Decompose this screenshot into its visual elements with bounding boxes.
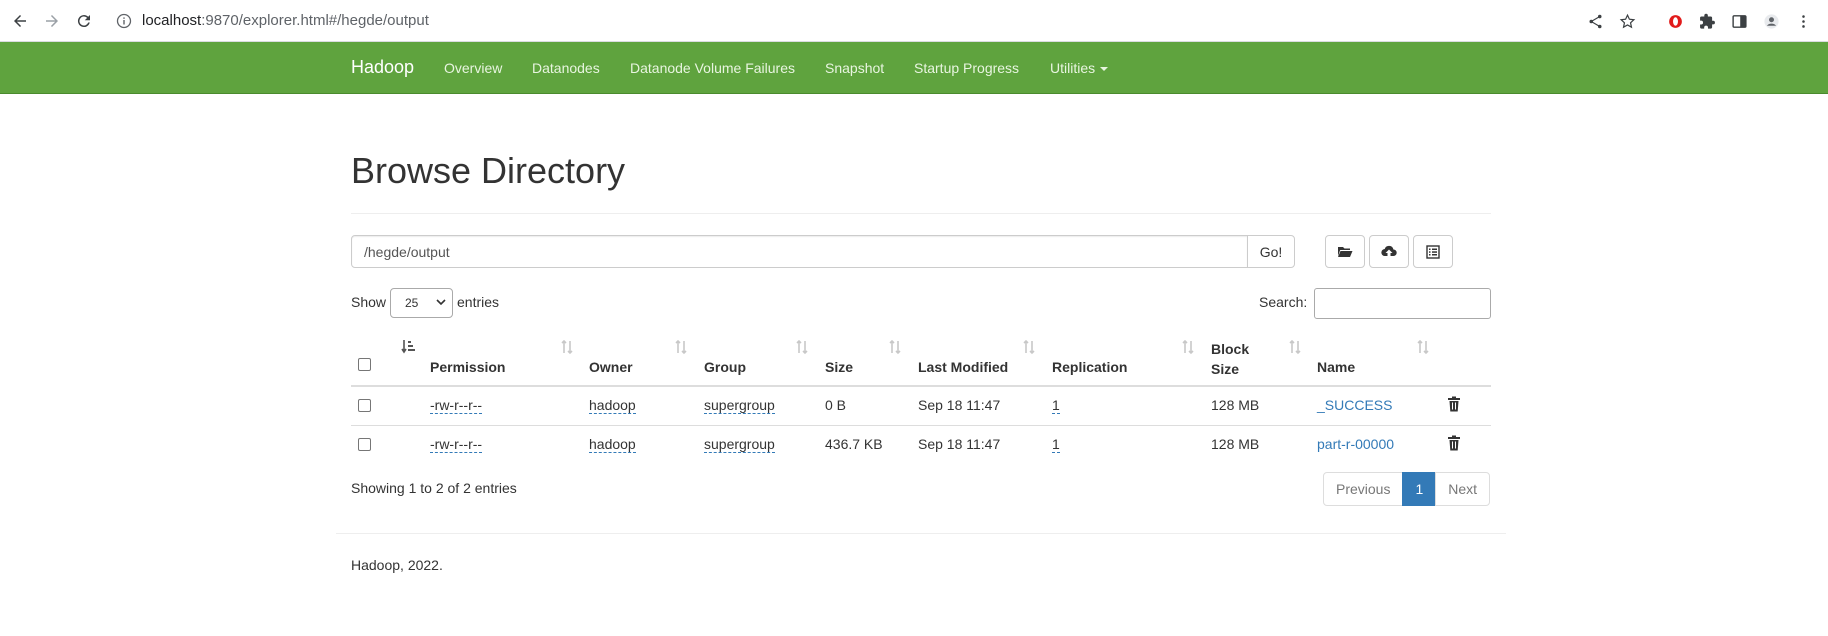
page-title: Browse Directory (351, 150, 626, 191)
extension-opera-icon[interactable] (1664, 5, 1686, 37)
nav-datanodes[interactable]: Datanodes (532, 60, 600, 76)
pagination-page-1[interactable]: 1 (1402, 472, 1437, 506)
forward-arrow-icon[interactable] (36, 5, 68, 37)
url-text: localhost:9870/explorer.html#/hegde/outp… (142, 12, 429, 29)
nav-utilities-label: Utilities (1050, 60, 1096, 76)
file-name-link[interactable]: _SUCCESS (1317, 397, 1392, 413)
directory-path-input[interactable]: /hegde/output (351, 235, 1248, 268)
file-permission[interactable]: -rw-r--r-- (430, 397, 483, 414)
upload-files-button[interactable] (1369, 235, 1409, 268)
sort-both-icon[interactable] (560, 339, 574, 355)
sort-both-icon[interactable] (1416, 339, 1430, 355)
sort-both-icon[interactable] (1022, 339, 1036, 355)
nav-overview[interactable]: Overview (444, 60, 502, 76)
navbar-brand[interactable]: Hadoop (351, 57, 414, 78)
table-info-text: Showing 1 to 2 of 2 entries (351, 480, 517, 496)
file-block-size: 128 MB (1211, 436, 1260, 452)
file-last-modified: Sep 18 11:47 (918, 397, 1001, 413)
reload-icon[interactable] (68, 5, 100, 37)
column-header-block-size[interactable]: Block Size (1211, 339, 1249, 379)
bookmark-star-icon[interactable] (1616, 5, 1638, 37)
footer-divider (336, 533, 1506, 534)
folder-open-icon (1337, 244, 1353, 260)
table-header-divider (351, 385, 1491, 387)
back-arrow-icon[interactable] (4, 5, 36, 37)
url-path: :9870/explorer.html#/hegde/output (201, 12, 429, 29)
trash-icon[interactable] (1447, 396, 1461, 412)
file-permission[interactable]: -rw-r--r-- (430, 436, 483, 453)
column-header-replication[interactable]: Replication (1052, 359, 1127, 375)
file-replication[interactable]: 1 (1052, 397, 1060, 414)
file-block-size: 128 MB (1211, 397, 1260, 413)
column-header-group[interactable]: Group (704, 359, 746, 375)
cut-paste-button[interactable] (1413, 235, 1453, 268)
entries-per-page-value: 25 (405, 296, 419, 310)
profile-avatar-icon[interactable] (1760, 5, 1782, 37)
file-owner[interactable]: hadoop (589, 436, 636, 453)
sort-both-icon[interactable] (795, 339, 809, 355)
nav-snapshot[interactable]: Snapshot (825, 60, 884, 76)
side-panel-icon[interactable] (1728, 5, 1750, 37)
column-header-block-size-line2: Size (1211, 361, 1240, 377)
share-icon[interactable] (1584, 5, 1606, 37)
caret-down-icon (1100, 67, 1109, 72)
nav-utilities-dropdown[interactable]: Utilities (1050, 60, 1109, 76)
header-divider (351, 213, 1491, 214)
row-select-checkbox[interactable] (358, 438, 371, 451)
sort-ascending-icon[interactable] (401, 339, 415, 355)
column-header-block-size-line1: Block (1211, 341, 1250, 357)
extensions-puzzle-icon[interactable] (1696, 5, 1718, 37)
table-search-input[interactable] (1314, 288, 1491, 319)
entries-label: entries (457, 294, 500, 310)
pagination-next[interactable]: Next (1435, 472, 1491, 506)
file-owner[interactable]: hadoop (589, 397, 636, 414)
nav-startup-progress[interactable]: Startup Progress (914, 60, 1019, 76)
file-size: 0 B (825, 397, 847, 413)
row-select-checkbox[interactable] (358, 399, 371, 412)
browser-menu-icon[interactable] (1792, 5, 1814, 37)
pagination-previous[interactable]: Previous (1323, 472, 1404, 506)
pagination: Previous 1 Next (1323, 472, 1491, 506)
sort-both-icon[interactable] (1288, 339, 1302, 355)
column-header-name[interactable]: Name (1317, 359, 1355, 375)
column-header-permission[interactable]: Permission (430, 359, 505, 375)
select-all-checkbox[interactable] (358, 358, 371, 371)
footer-text: Hadoop, 2022. (351, 557, 443, 573)
file-size: 436.7 KB (825, 436, 883, 452)
nav-datanode-volume-failures[interactable]: Datanode Volume Failures (630, 60, 795, 76)
list-alt-icon (1425, 244, 1441, 260)
sort-both-icon[interactable] (674, 339, 688, 355)
browser-toolbar: localhost:9870/explorer.html#/hegde/outp… (0, 0, 1828, 42)
file-last-modified: Sep 18 11:47 (918, 436, 1001, 452)
chevron-down-icon (436, 299, 446, 306)
file-name-link[interactable]: part-r-00000 (1317, 436, 1394, 452)
go-button[interactable]: Go! (1247, 235, 1295, 268)
file-group[interactable]: supergroup (704, 397, 775, 414)
cloud-upload-icon (1381, 244, 1397, 260)
column-header-owner[interactable]: Owner (589, 359, 633, 375)
trash-icon[interactable] (1447, 435, 1461, 451)
hadoop-navbar: Hadoop Overview Datanodes Datanode Volum… (0, 42, 1828, 94)
address-bar[interactable]: localhost:9870/explorer.html#/hegde/outp… (108, 5, 429, 37)
search-label: Search: (1259, 294, 1308, 310)
info-icon[interactable] (116, 13, 132, 29)
sort-both-icon[interactable] (888, 339, 902, 355)
directory-path-value: /hegde/output (364, 243, 450, 260)
entries-per-page-select[interactable]: 25 (390, 288, 453, 318)
sort-both-icon[interactable] (1181, 339, 1195, 355)
column-header-last-modified[interactable]: Last Modified (918, 359, 1008, 375)
url-host: localhost (142, 12, 202, 29)
browser-actions (1584, 5, 1814, 37)
file-replication[interactable]: 1 (1052, 436, 1060, 453)
show-label: Show (351, 294, 387, 310)
file-group[interactable]: supergroup (704, 436, 775, 453)
row-divider (351, 425, 1491, 426)
column-header-size[interactable]: Size (825, 359, 853, 375)
create-directory-button[interactable] (1325, 235, 1365, 268)
